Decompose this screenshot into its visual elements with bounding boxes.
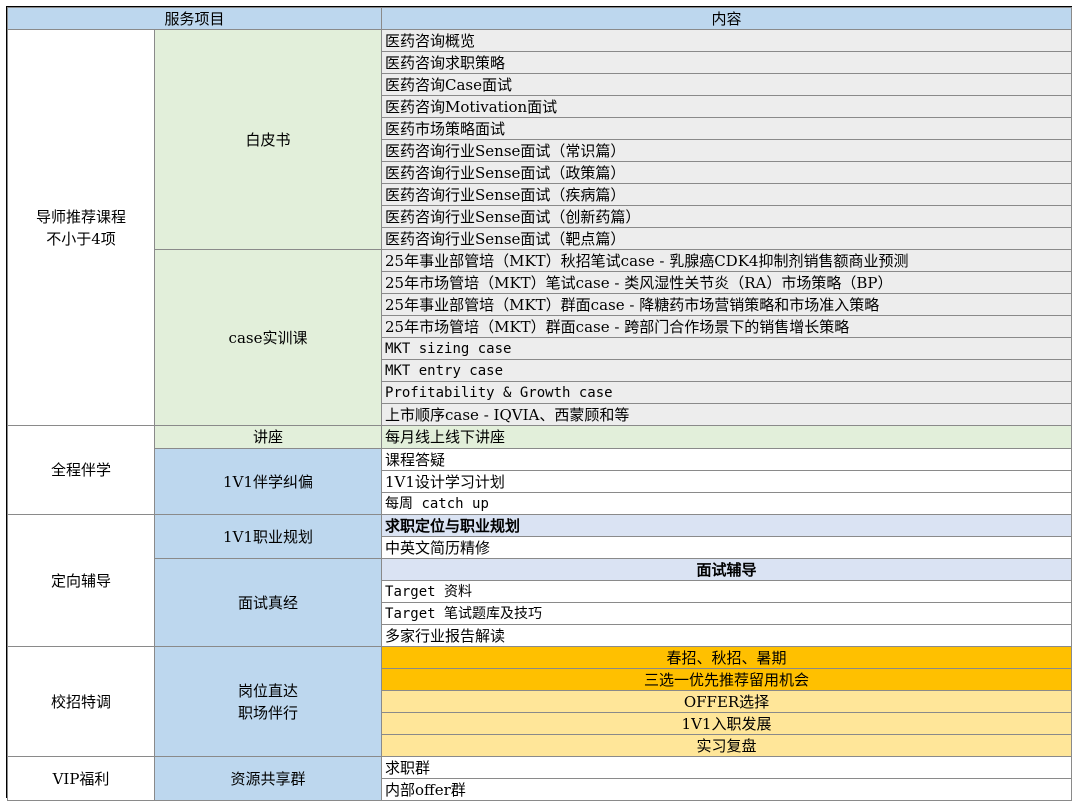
table-row: VIP福利 资源共享群 求职群 bbox=[7, 756, 1073, 801]
section-vip-title: VIP福利 bbox=[7, 756, 155, 801]
case-item: MKT sizing case bbox=[381, 337, 1073, 360]
lecture-item: 每月线上线下讲座 bbox=[381, 425, 1073, 449]
whitepaper-item: 医药咨询行业Sense面试（靶点篇） bbox=[381, 227, 1073, 250]
case-item: 25年事业部管培（MKT）群面case - 降糖药市场营销策略和市场准入策略 bbox=[381, 293, 1073, 316]
section-companion-title: 全程伴学 bbox=[7, 425, 155, 515]
whitepaper-item: 医药咨询概览 bbox=[381, 29, 1073, 52]
section-mentor-title: 导师推荐课程 不小于4项 bbox=[7, 29, 155, 426]
interview-item: 面试辅导 bbox=[381, 558, 1073, 581]
one-on-one-item: 每周 catch up bbox=[381, 492, 1073, 515]
direct-item: 实习复盘 bbox=[381, 734, 1073, 757]
case-item: Profitability & Growth case bbox=[381, 381, 1073, 404]
interview-item: Target 笔试题库及技巧 bbox=[381, 602, 1073, 625]
case-item: 25年事业部管培（MKT）秋招笔试case - 乳腺癌CDK4抑制剂销售额商业预… bbox=[381, 249, 1073, 272]
interview-item: Target 资料 bbox=[381, 580, 1073, 603]
service-table: 服务项目 内容 导师推荐课程 不小于4项 白皮书 医药咨询概览 医药咨询求职策略… bbox=[6, 7, 1073, 801]
header-content: 内容 bbox=[381, 7, 1073, 30]
whitepaper-item: 医药咨询行业Sense面试（常识篇） bbox=[381, 139, 1073, 162]
interview-label: 面试真经 bbox=[153, 558, 383, 647]
case-item: 25年市场管培（MKT）群面case - 跨部门合作场景下的销售增长策略 bbox=[381, 315, 1073, 338]
group-item: 内部offer群 bbox=[381, 778, 1073, 801]
one-on-one-label: 1V1伴学纠偏 bbox=[153, 448, 383, 515]
whitepaper-item: 医药咨询Motivation面试 bbox=[381, 95, 1073, 118]
header-service: 服务项目 bbox=[6, 7, 383, 30]
whitepaper-item: 医药咨询行业Sense面试（疾病篇） bbox=[381, 183, 1073, 206]
section-guidance-title: 定向辅导 bbox=[7, 514, 155, 647]
direct-item: OFFER选择 bbox=[381, 690, 1073, 713]
direct-item: 1V1入职发展 bbox=[381, 712, 1073, 735]
table-row: 1V1伴学纠偏 课程答疑 bbox=[8, 448, 1073, 515]
case-item: 25年市场管培（MKT）笔试case - 类风湿性关节炎（RA）市场策略（BP） bbox=[381, 271, 1073, 294]
interview-item: 多家行业报告解读 bbox=[381, 624, 1073, 647]
career-label: 1V1职业规划 bbox=[153, 514, 383, 559]
table-row: 定向辅导 1V1职业规划 求职定位与职业规划 bbox=[7, 514, 1073, 647]
section-campus-title: 校招特调 bbox=[7, 646, 155, 757]
case-training-label: case实训课 bbox=[153, 249, 383, 426]
table-row: 面试真经 面试辅导 bbox=[8, 558, 1073, 647]
one-on-one-item: 课程答疑 bbox=[381, 448, 1073, 471]
case-item: MKT entry case bbox=[381, 359, 1073, 382]
table-row: 全程伴学 讲座 每月线上线下讲座 bbox=[7, 425, 1073, 515]
case-item: 上市顺序case - IQVIA、西蒙顾和等 bbox=[381, 403, 1073, 426]
whitepaper-item: 医药咨询Case面试 bbox=[381, 73, 1073, 96]
career-item: 求职定位与职业规划 bbox=[381, 514, 1073, 537]
direct-item: 春招、秋招、暑期 bbox=[381, 646, 1073, 669]
whitepaper-item: 医药市场策略面试 bbox=[381, 117, 1073, 140]
whitepaper-item: 医药咨询行业Sense面试（创新药篇） bbox=[381, 205, 1073, 228]
group-item: 求职群 bbox=[381, 756, 1073, 779]
one-on-one-item: 1V1设计学习计划 bbox=[381, 470, 1073, 493]
group-label: 资源共享群 bbox=[153, 756, 383, 801]
direct-item: 三选一优先推荐留用机会 bbox=[381, 668, 1073, 691]
whitepaper-label: 白皮书 bbox=[153, 29, 383, 250]
direct-label: 岗位直达 职场伴行 bbox=[153, 646, 383, 757]
whitepaper-item: 医药咨询求职策略 bbox=[381, 51, 1073, 74]
career-item: 中英文简历精修 bbox=[381, 536, 1073, 559]
header-row: 服务项目 内容 bbox=[6, 7, 1073, 30]
table-row: case实训课 25年事业部管培（MKT）秋招笔试case - 乳腺癌CDK4抑… bbox=[8, 249, 1073, 426]
whitepaper-item: 医药咨询行业Sense面试（政策篇） bbox=[381, 161, 1073, 184]
table-row: 导师推荐课程 不小于4项 白皮书 医药咨询概览 bbox=[7, 29, 1073, 426]
lecture-label: 讲座 bbox=[153, 425, 383, 449]
table-row: 校招特调 岗位直达 职场伴行 春招、秋招、暑期 bbox=[7, 646, 1073, 757]
